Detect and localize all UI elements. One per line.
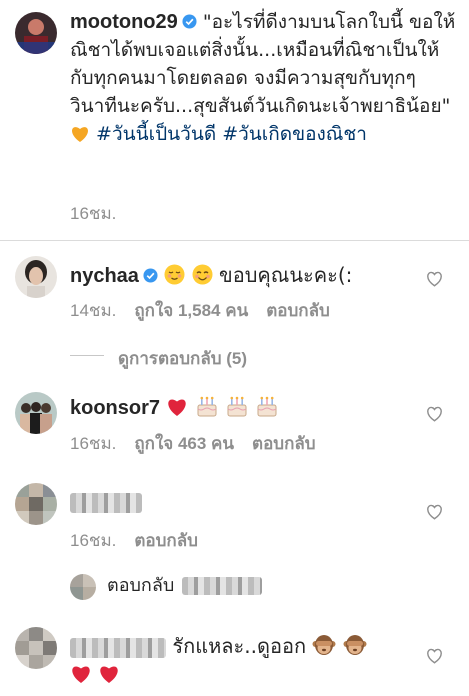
birthday-cake-icon	[195, 395, 219, 424]
comment-time: 14ชม.	[70, 301, 117, 320]
red-heart-icon	[166, 396, 188, 424]
comment-username[interactable]: koonsor7	[70, 397, 160, 419]
red-heart-icon	[98, 663, 120, 691]
post-divider	[0, 240, 469, 241]
post-meta: 16ชม.	[70, 200, 134, 227]
comment-time: 16ชม.	[70, 531, 117, 550]
comment-avatar[interactable]	[15, 256, 57, 298]
comment-text: รักแหละ..ดูออก	[172, 634, 307, 658]
relieved-face-icon	[164, 264, 185, 292]
comment-likes[interactable]: ถูกใจ 463 คน	[134, 434, 234, 453]
view-replies-line	[70, 355, 104, 356]
heart-outline-icon[interactable]	[426, 504, 443, 520]
comment-avatar[interactable]	[15, 627, 57, 669]
blurred-username	[70, 637, 166, 658]
see-no-evil-monkey-icon	[312, 634, 336, 663]
reply-button[interactable]: ตอบกลับ	[266, 301, 330, 320]
comment-koonsor7: koonsor7	[70, 393, 279, 424]
see-no-evil-monkey-icon	[343, 634, 367, 663]
smiling-face-icon	[192, 264, 213, 292]
heart-outline-icon[interactable]	[426, 648, 443, 664]
birthday-cake-icon	[225, 395, 249, 424]
comment-meta: 14ชม. ถูกใจ 1,584 คน ตอบกลับ	[70, 297, 348, 324]
comment-username[interactable]: nychaa	[70, 265, 139, 287]
comment-likes[interactable]: ถูกใจ 1,584 คน	[134, 301, 248, 320]
verified-badge-icon	[182, 14, 197, 29]
reply-avatar	[70, 574, 96, 600]
post-caption: mootono29 "อะไรที่ดีงามบนโลกใบนี้ ขอให้ณ…	[70, 8, 460, 151]
caption-hashtags[interactable]: #วันนี้เป็นวันดี #วันเกิดของณิชา	[96, 123, 367, 145]
post-avatar[interactable]	[15, 12, 57, 54]
reply-button[interactable]: ตอบกลับ	[252, 434, 316, 453]
post-username[interactable]: mootono29	[70, 11, 178, 33]
birthday-cake-icon	[255, 395, 279, 424]
comment-time: 16ชม.	[70, 434, 117, 453]
reply-to-label: ตอบกลับ	[107, 575, 175, 596]
comment-avatar[interactable]	[15, 392, 57, 434]
blurred-username	[70, 492, 142, 513]
comment-blurred-user	[70, 487, 142, 515]
red-heart-icon	[70, 663, 92, 691]
comment-nychaa: nychaa ขอบคุณนะคะ(:	[70, 261, 352, 292]
comment-blurred-user-2: รักแหละ..ดูออก	[70, 632, 367, 663]
comment-meta: 16ชม. ถูกใจ 463 คน ตอบกลับ	[70, 430, 334, 457]
heart-outline-icon[interactable]	[426, 271, 443, 287]
comment-meta: 16ชม. ตอบกลับ	[70, 527, 216, 554]
comment-hearts	[70, 660, 120, 691]
comment-text: ขอบคุณนะคะ(:	[219, 263, 353, 287]
orange-heart-icon	[70, 123, 90, 151]
reply-button[interactable]: ตอบกลับ	[134, 531, 198, 550]
reply-to-row: ตอบกลับ	[107, 572, 263, 600]
view-replies-label: ดูการตอบกลับ (5)	[118, 349, 248, 368]
verified-badge-icon	[143, 268, 158, 283]
post-time: 16ชม.	[70, 204, 117, 223]
heart-outline-icon[interactable]	[426, 406, 443, 422]
comment-avatar[interactable]	[15, 483, 57, 525]
blurred-reply-target	[182, 577, 263, 595]
view-replies-button[interactable]: ดูการตอบกลับ (5)	[118, 345, 265, 372]
